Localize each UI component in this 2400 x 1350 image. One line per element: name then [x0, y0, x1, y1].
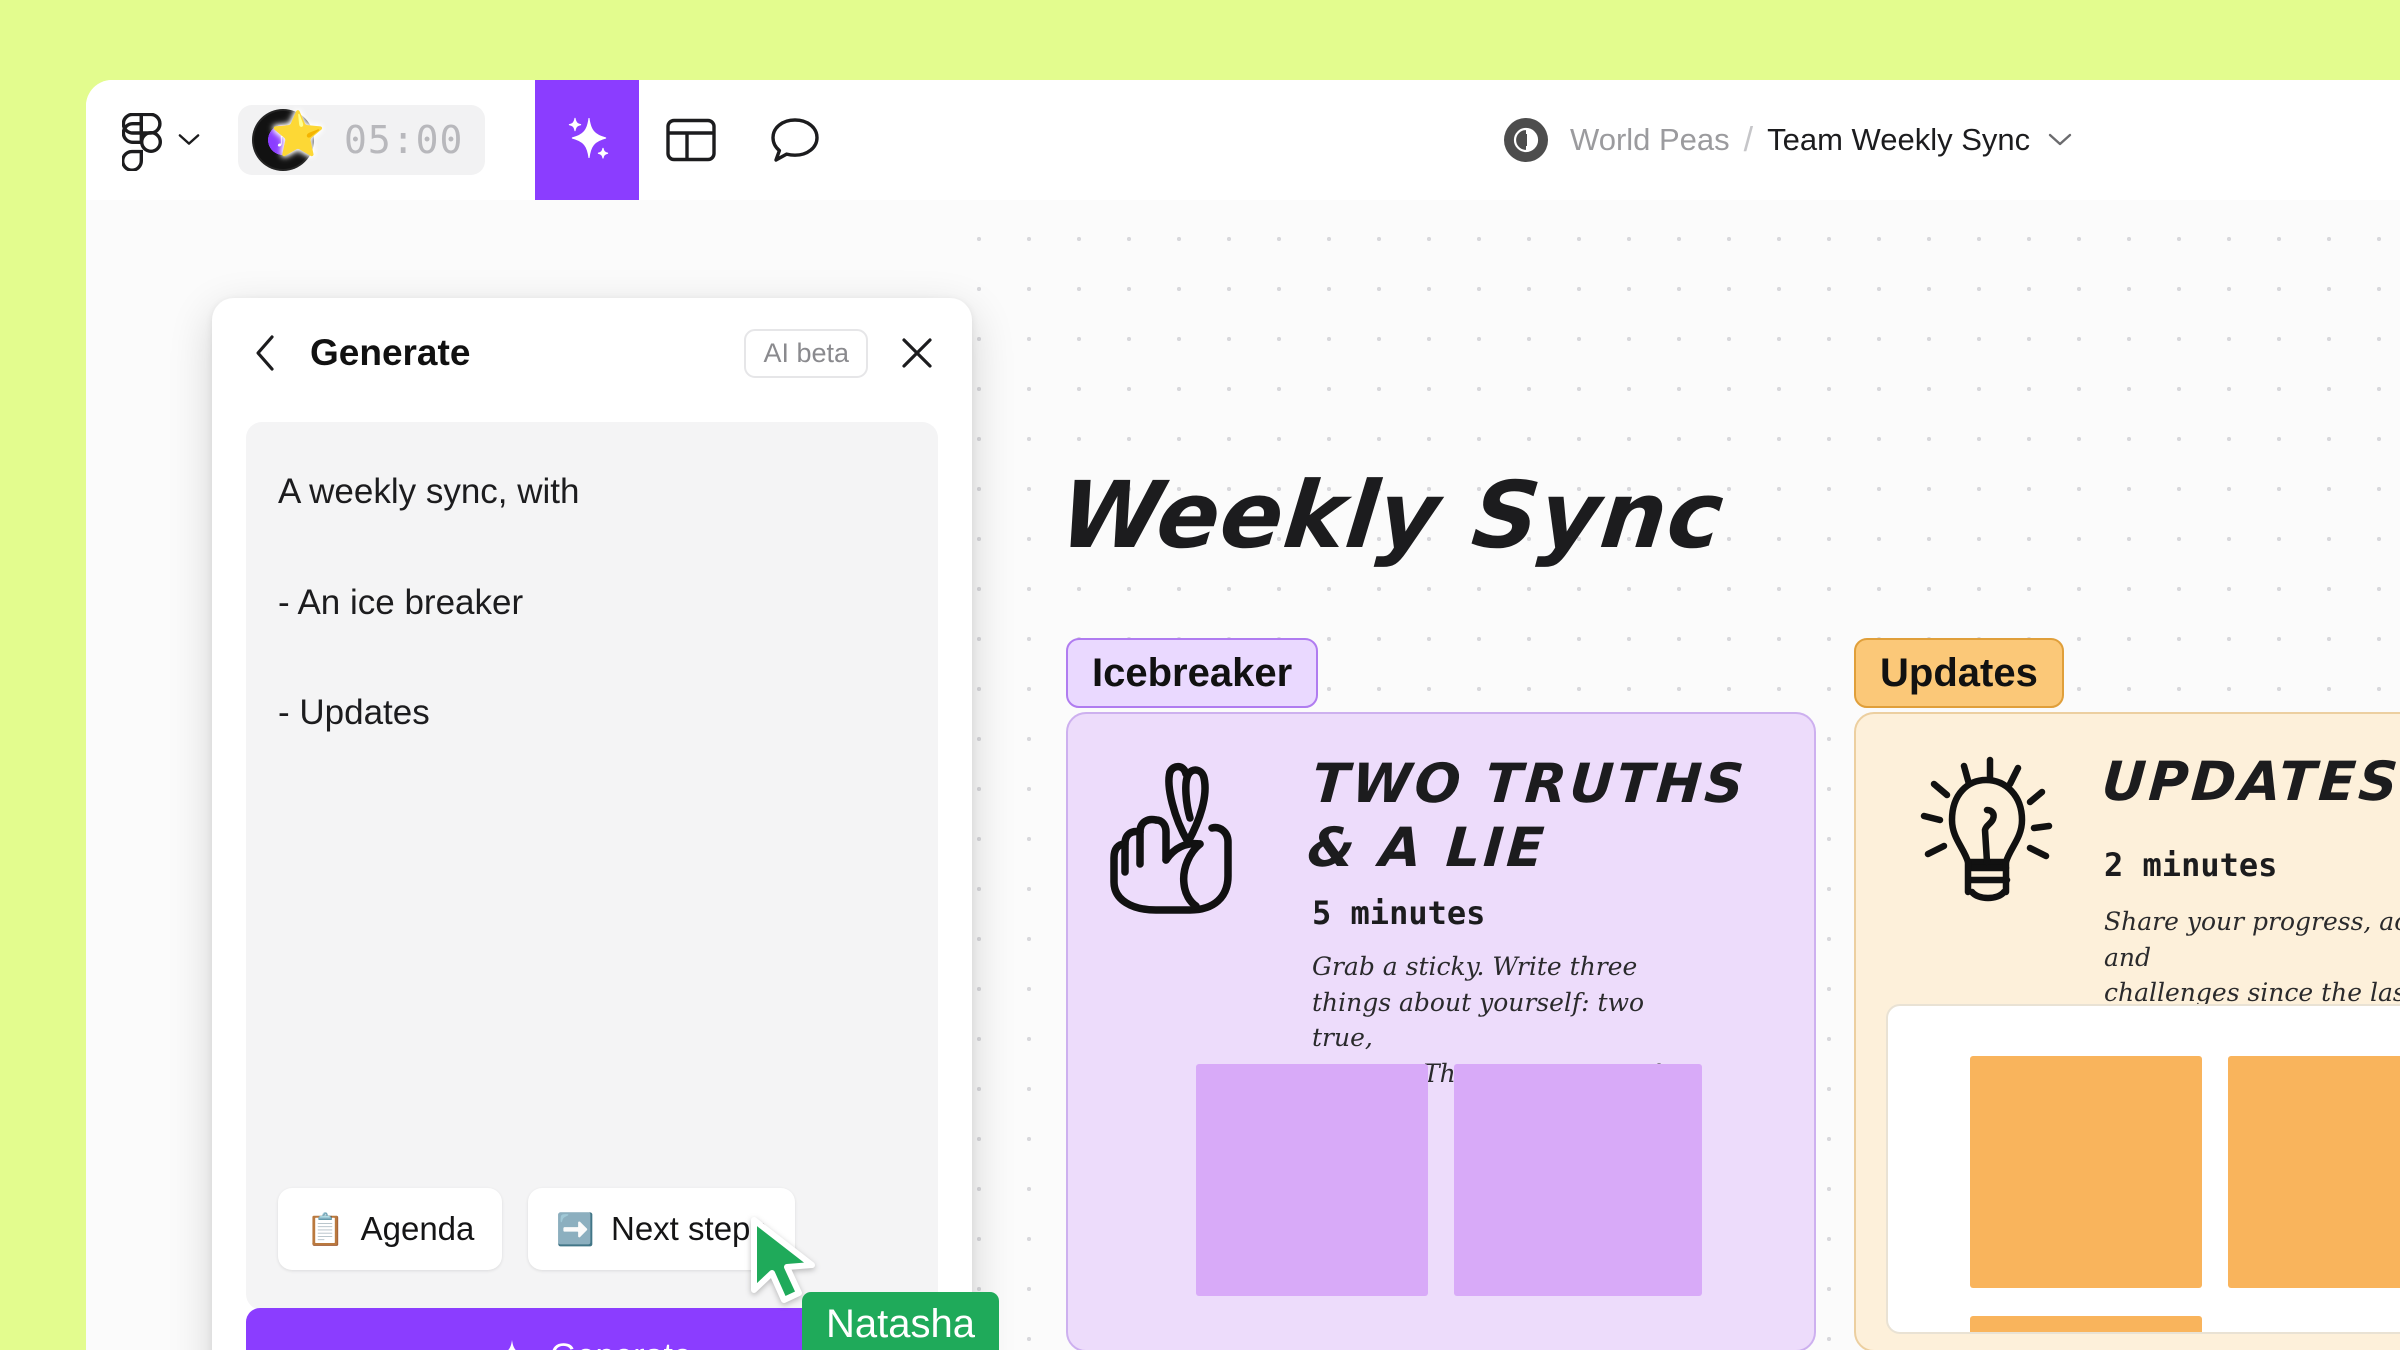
- panel-header: Generate AI beta: [212, 298, 972, 408]
- chevron-down-icon[interactable]: [178, 129, 200, 151]
- app-window: Weekly Sync Icebreaker TWO TRUTHS & A LI…: [86, 80, 2400, 1350]
- timer-value: 05:00: [344, 118, 464, 162]
- cursor-name-tag: Natasha: [802, 1292, 999, 1350]
- jira-task-tile[interactable]: [1970, 1056, 2202, 1288]
- card-heading: TWO TRUTHS & A LIE: [1305, 752, 1749, 879]
- sticky-note[interactable]: [1454, 1064, 1702, 1296]
- jira-task-tile[interactable]: [1970, 1316, 2202, 1332]
- breadcrumb: World Peas / Team Weekly Sync: [1504, 80, 2072, 200]
- card-heading: UPDATES: [2099, 750, 2400, 813]
- tool-ai-sparkle[interactable]: [535, 80, 640, 200]
- breadcrumb-separator: /: [1743, 120, 1754, 159]
- sparkle-icon: [492, 1337, 530, 1350]
- jira-widget[interactable]: [1886, 1004, 2400, 1334]
- prompt-input[interactable]: A weekly sync, with - An ice breaker - U…: [278, 464, 898, 740]
- chip-label: Next steps: [611, 1210, 767, 1247]
- arrow-right-icon: ➡️: [556, 1211, 595, 1247]
- suggestion-chips: 📋 Agenda ➡️ Next steps: [278, 1188, 795, 1270]
- card-icebreaker[interactable]: TWO TRUTHS & A LIE 5 minutes Grab a stic…: [1066, 712, 1816, 1350]
- team-avatar-icon[interactable]: [1504, 118, 1548, 162]
- tool-comment[interactable]: [743, 80, 847, 200]
- star-icon: ⭐: [270, 110, 326, 159]
- chip-next-steps[interactable]: ➡️ Next steps: [528, 1188, 795, 1270]
- chevron-down-icon[interactable]: [2048, 133, 2072, 147]
- card-duration: 2 minutes: [2104, 846, 2278, 884]
- close-icon: [902, 338, 932, 368]
- panel-title: Generate: [310, 332, 471, 373]
- card-duration: 5 minutes: [1312, 894, 1486, 932]
- clipboard-icon: 📋: [306, 1211, 345, 1247]
- section-pill-updates[interactable]: Updates: [1854, 638, 2064, 708]
- breadcrumb-file[interactable]: Team Weekly Sync: [1767, 122, 2030, 158]
- close-button[interactable]: [894, 330, 940, 376]
- generate-panel: Generate AI beta A weekly sync, with - A…: [212, 298, 972, 1350]
- breadcrumb-team[interactable]: World Peas: [1570, 122, 1730, 158]
- sparkle-icon: [569, 117, 609, 159]
- card-updates[interactable]: UPDATES 2 minutes Share your progress, a…: [1854, 712, 2400, 1350]
- chip-label: Agenda: [360, 1210, 475, 1247]
- crossed-fingers-icon: [1104, 756, 1272, 921]
- timer-widget[interactable]: ♫ ⭐ 05:00: [238, 105, 486, 175]
- sticky-note[interactable]: [1196, 1064, 1428, 1296]
- section-pill-icebreaker[interactable]: Icebreaker: [1066, 638, 1319, 708]
- chip-agenda[interactable]: 📋 Agenda: [278, 1188, 503, 1270]
- ai-beta-badge: AI beta: [744, 328, 868, 378]
- figma-logo-icon[interactable]: [122, 113, 162, 171]
- template-board-icon: [666, 118, 717, 162]
- jira-task-tile[interactable]: [2228, 1056, 2400, 1288]
- board-title: Weekly Sync: [1055, 462, 1729, 569]
- back-button[interactable]: [242, 330, 288, 376]
- top-toolbar: ♫ ⭐ 05:00 World Peas / Team Weekly Sync: [86, 80, 2400, 200]
- prompt-area[interactable]: A weekly sync, with - An ice breaker - U…: [246, 422, 938, 1310]
- lightbulb-icon: [1894, 750, 2074, 935]
- comment-bubble-icon: [771, 118, 820, 162]
- generate-button-label: Generate: [550, 1337, 692, 1350]
- tool-template[interactable]: [639, 80, 743, 200]
- chevron-left-icon: [256, 335, 274, 371]
